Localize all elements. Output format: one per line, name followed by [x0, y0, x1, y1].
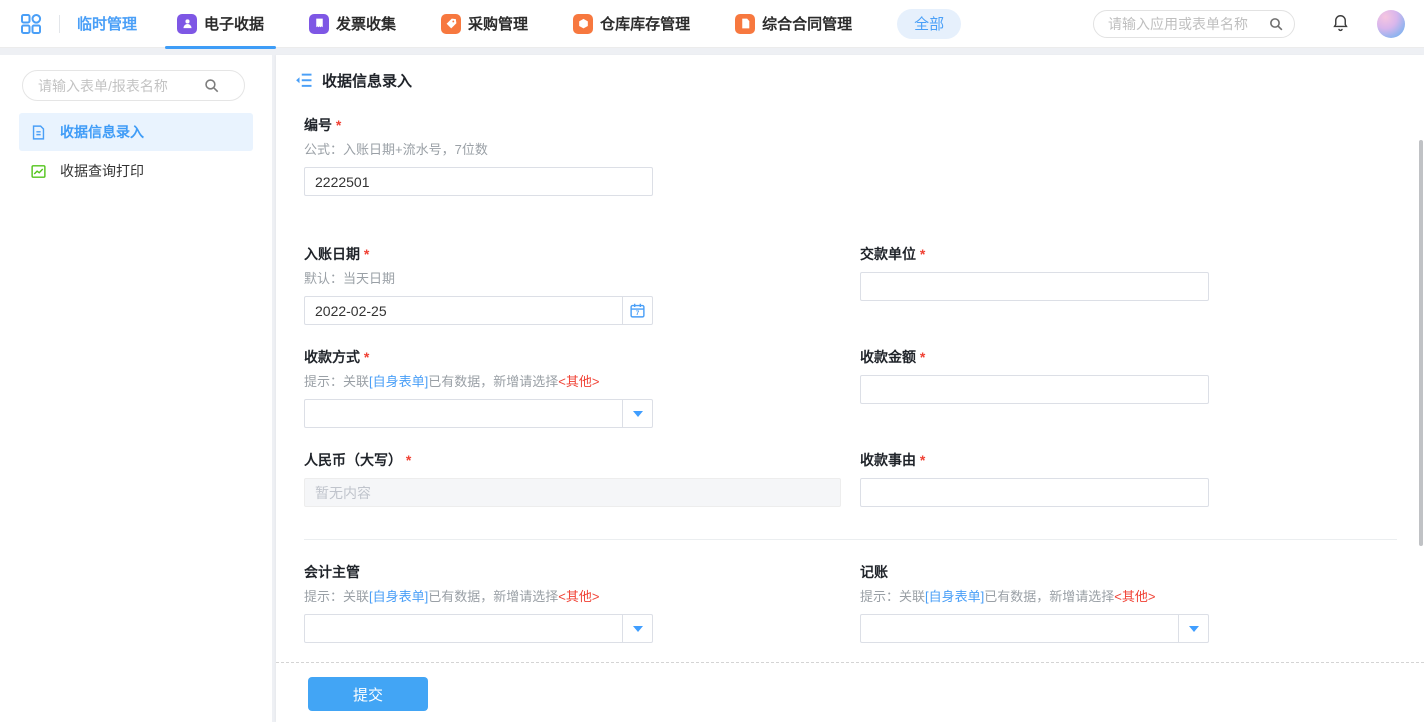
search-icon[interactable] — [203, 77, 220, 94]
search-icon[interactable] — [1268, 16, 1284, 32]
sidebar-item-label: 收据查询打印 — [60, 161, 144, 181]
tab-label: 电子收据 — [204, 13, 264, 34]
box-icon — [573, 14, 593, 34]
payer-unit-input[interactable] — [860, 272, 1209, 301]
top-navbar: 临时管理 电子收据 发票收集 采购管理 仓库库存管理 综合合同管理 全部 — [0, 0, 1424, 48]
field-label-amount: 收款金额 — [860, 347, 1397, 367]
field-hint-payment-method: 提示：关联[自身表单]已有数据，新增请选择<其他> — [304, 373, 860, 391]
collapse-sidebar-icon[interactable] — [295, 72, 313, 88]
tag-icon — [441, 14, 461, 34]
self-form-link[interactable]: [自身表单] — [925, 589, 984, 604]
entry-date-picker: 7 — [304, 296, 653, 325]
person-icon — [177, 14, 197, 34]
apps-grid-icon[interactable] — [20, 13, 42, 35]
chart-icon — [30, 163, 47, 180]
chevron-down-icon[interactable] — [623, 614, 653, 643]
chief-accountant-input[interactable] — [304, 614, 623, 643]
reason-input[interactable] — [860, 478, 1209, 507]
page-title: 收据信息录入 — [322, 70, 412, 91]
nav-item-workspace[interactable]: 临时管理 — [77, 13, 137, 34]
field-label-payment-method: 收款方式 — [304, 347, 860, 367]
form-search — [22, 70, 252, 101]
calendar-icon[interactable]: 7 — [623, 296, 653, 325]
tab-contract-management[interactable]: 综合合同管理 — [735, 0, 852, 48]
receipt-no-input[interactable] — [304, 167, 653, 196]
self-form-link[interactable]: [自身表单] — [369, 374, 428, 389]
field-hint-receipt-no: 公式：入账日期+流水号，7位数 — [304, 141, 860, 159]
sidebar: 收据信息录入 收据查询打印 — [0, 55, 272, 722]
field-label-entry-date: 入账日期 — [304, 244, 860, 264]
payment-method-input[interactable] — [304, 399, 623, 428]
sidebar-item-receipt-query-print[interactable]: 收据查询打印 — [19, 152, 253, 190]
chevron-down-icon[interactable] — [1179, 614, 1209, 643]
all-apps-badge[interactable]: 全部 — [897, 9, 961, 39]
bookkeeper-input[interactable] — [860, 614, 1179, 643]
tab-label: 综合合同管理 — [762, 13, 852, 34]
amount-caps-input — [304, 478, 841, 507]
chief-accountant-select — [304, 614, 653, 643]
tab-label: 发票收集 — [336, 13, 396, 34]
user-avatar[interactable] — [1377, 10, 1405, 38]
bookkeeper-select — [860, 614, 1209, 643]
self-form-link[interactable]: [自身表单] — [369, 589, 428, 604]
field-hint-entry-date: 默认：当天日期 — [304, 270, 860, 288]
payment-method-select — [304, 399, 653, 428]
svg-text:7: 7 — [636, 310, 640, 317]
content-header: 收据信息录入 — [276, 55, 1424, 90]
field-label-amount-caps: 人民币（大写） — [304, 450, 860, 470]
tab-invoice-collection[interactable]: 发票收集 — [309, 0, 396, 48]
field-hint-bookkeeper: 提示：关联[自身表单]已有数据，新增请选择<其他> — [860, 588, 1397, 606]
field-label-bookkeeper: 记账 — [860, 562, 1397, 582]
document-icon — [30, 124, 47, 141]
contract-icon — [735, 14, 755, 34]
field-label-receipt-no: 编号 — [304, 115, 860, 135]
main-content: 收据信息录入 编号 公式：入账日期+流水号，7位数 入账日期 默认：当天日期 — [276, 55, 1424, 722]
notification-bell-icon[interactable] — [1331, 13, 1350, 34]
receipt-icon — [309, 14, 329, 34]
field-label-payer-unit: 交款单位 — [860, 244, 1397, 264]
tab-purchase-management[interactable]: 采购管理 — [441, 0, 528, 48]
tab-warehouse-inventory[interactable]: 仓库库存管理 — [573, 0, 690, 48]
section-divider — [304, 539, 1397, 540]
tab-electronic-receipt[interactable]: 电子收据 — [177, 0, 264, 48]
chevron-down-icon[interactable] — [623, 399, 653, 428]
tab-label: 仓库库存管理 — [600, 13, 690, 34]
field-hint-chief-accountant: 提示：关联[自身表单]已有数据，新增请选择<其他> — [304, 588, 860, 606]
entry-date-input[interactable] — [304, 296, 623, 325]
form-footer: 提交 — [276, 662, 1424, 722]
field-label-chief-accountant: 会计主管 — [304, 562, 860, 582]
submit-button[interactable]: 提交 — [308, 677, 428, 711]
app-search-input[interactable] — [1093, 10, 1295, 38]
app-search — [1093, 10, 1295, 38]
field-label-reason: 收款事由 — [860, 450, 1397, 470]
sidebar-item-label: 收据信息录入 — [60, 122, 144, 142]
amount-input[interactable] — [860, 375, 1209, 404]
nav-divider — [59, 15, 60, 33]
tab-label: 采购管理 — [468, 13, 528, 34]
sidebar-item-receipt-entry[interactable]: 收据信息录入 — [19, 113, 253, 151]
receipt-form: 编号 公式：入账日期+流水号，7位数 入账日期 默认：当天日期 7 — [276, 90, 1424, 683]
vertical-scrollbar-thumb[interactable] — [1419, 140, 1423, 546]
